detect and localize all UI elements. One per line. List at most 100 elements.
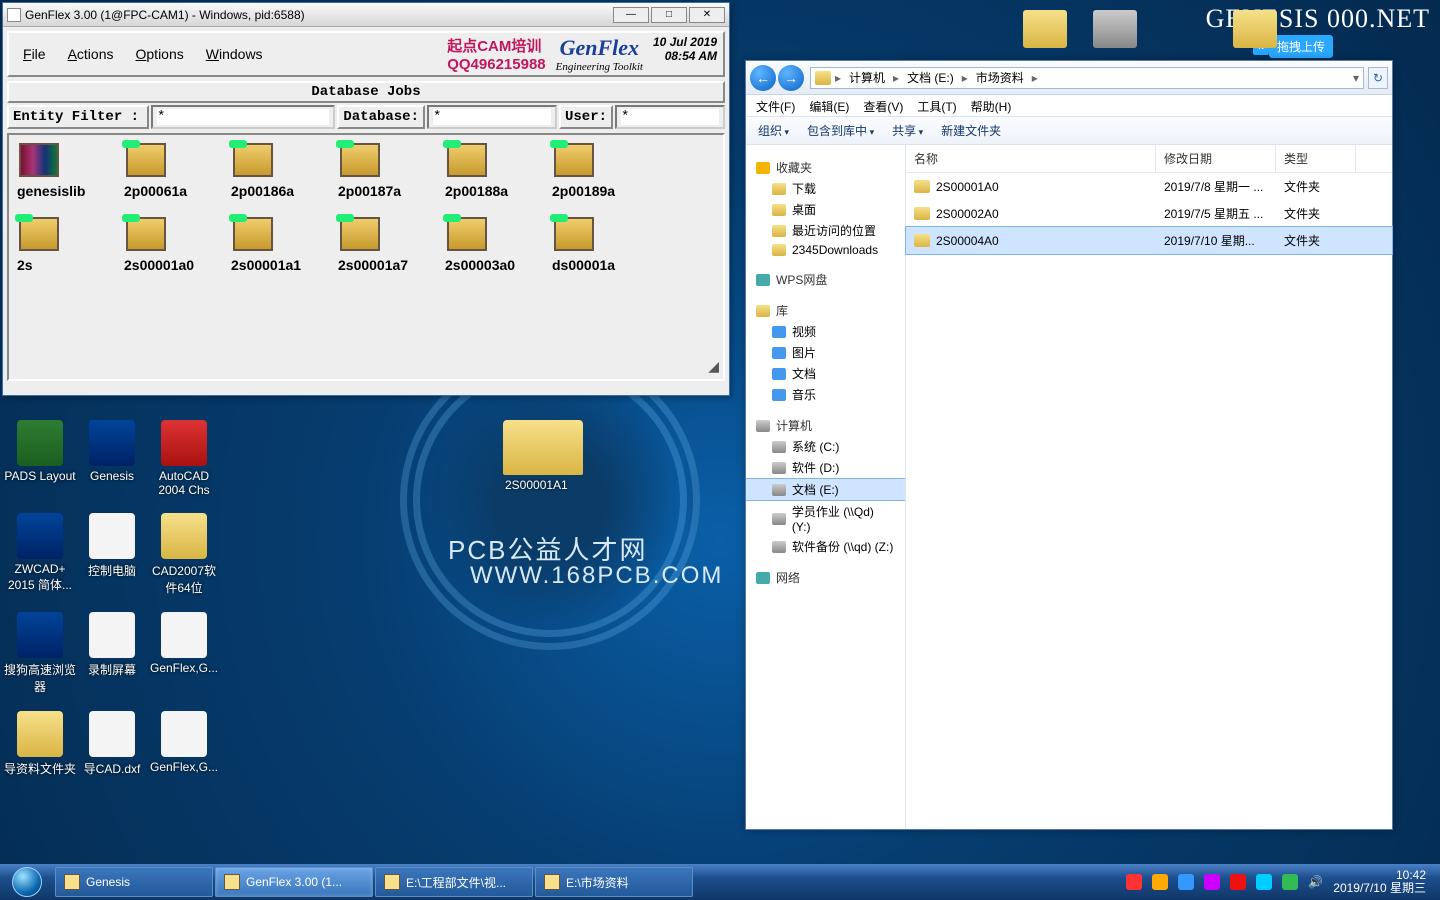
genflex-brand-panel: 起点CAM培训 QQ496215988 GenFlex Engineering …	[447, 35, 723, 73]
sidebar-item[interactable]: 软件 (D:)	[746, 457, 905, 478]
taskbar-clock[interactable]: 10:42 2019/7/10 星期三	[1333, 869, 1432, 895]
desktop-icon[interactable]: Genesis	[76, 420, 148, 483]
database-input[interactable]	[433, 109, 551, 125]
back-button[interactable]: ←	[750, 65, 776, 91]
sidebar-favorites-header[interactable]: 收藏夹	[746, 157, 905, 178]
app-icon	[161, 513, 207, 559]
resize-grip-icon[interactable]: ◢	[708, 358, 719, 375]
explorer-menu-item[interactable]: 文件(F)	[756, 98, 795, 113]
crumb-folder[interactable]: 市场资料	[972, 69, 1028, 86]
desktop-icon[interactable]: GenFlex,G...	[148, 711, 220, 774]
explorer-menu-item[interactable]: 编辑(E)	[809, 98, 849, 113]
entity-filter-input[interactable]	[157, 109, 329, 125]
tray-icon-5[interactable]	[1230, 874, 1246, 890]
genflex-titlebar[interactable]: GenFlex 3.00 (1@FPC-CAM1) - Windows, pid…	[3, 3, 729, 27]
genflex-title-text: GenFlex 3.00 (1@FPC-CAM1) - Windows, pid…	[25, 8, 305, 22]
taskbar-button[interactable]: E:\工程部文件\视...	[375, 867, 533, 897]
desktop-icon[interactable]: 导资料文件夹	[4, 711, 76, 777]
list-header[interactable]: 名称 修改日期 类型	[906, 145, 1392, 173]
tray-volume-icon[interactable]: 🔊	[1308, 875, 1323, 889]
folder-icon	[914, 207, 930, 220]
desktop-icon[interactable]: ZWCAD+ 2015 简体...	[4, 513, 76, 593]
address-bar[interactable]: ▸ 计算机▸ 文档 (E:)▸ 市场资料▸ ▾	[810, 67, 1364, 89]
explorer-tool-item[interactable]: 包含到库中	[807, 122, 874, 139]
refresh-button[interactable]: ↻	[1368, 67, 1388, 89]
sidebar-item[interactable]: 桌面	[746, 199, 905, 220]
explorer-menu-item[interactable]: 工具(T)	[917, 98, 956, 113]
explorer-tool-item[interactable]: 组织	[758, 122, 789, 139]
job-2s00001a1[interactable]: 2s00001a1	[231, 217, 338, 273]
sidebar-computer-header[interactable]: 计算机	[746, 415, 905, 436]
sidebar-item[interactable]: 最近访问的位置	[746, 220, 905, 241]
app-icon	[89, 420, 135, 466]
desktop-icon[interactable]: AutoCAD 2004 Chs	[148, 420, 220, 497]
sidebar-item[interactable]: 文档	[746, 363, 905, 384]
tray-icon-4[interactable]	[1204, 874, 1220, 890]
desktop-icon[interactable]: 搜狗高速浏览器	[4, 612, 76, 695]
sidebar-item[interactable]: 2345Downloads	[746, 241, 905, 259]
explorer-tool-item[interactable]: 新建文件夹	[941, 122, 1001, 139]
job-2s00001a7[interactable]: 2s00001a7	[338, 217, 445, 273]
file-row[interactable]: 2S00004A02019/7/10 星期...文件夹	[906, 227, 1392, 254]
sidebar-item[interactable]: 图片	[746, 342, 905, 363]
tray-icon-3[interactable]	[1178, 874, 1194, 890]
menu-file[interactable]: File	[23, 46, 46, 62]
job-2p00186a[interactable]: 2p00186a	[231, 143, 338, 199]
desktop-icon[interactable]: 控制电脑	[76, 513, 148, 579]
genflex-window: GenFlex 3.00 (1@FPC-CAM1) - Windows, pid…	[2, 2, 730, 396]
job-genesislib[interactable]: genesislib	[17, 143, 124, 199]
desktop-icon[interactable]: CAD2007软件64位	[148, 513, 220, 596]
explorer-menu-item[interactable]: 查看(V)	[863, 98, 903, 113]
desktop-icon[interactable]: PADS Layout	[4, 420, 76, 483]
addr-dropdown-icon[interactable]: ▾	[1353, 71, 1359, 85]
job-ds00001a[interactable]: ds00001a	[552, 217, 659, 273]
tray-icon-2[interactable]	[1152, 874, 1168, 890]
desktop-icon[interactable]: 录制屏幕	[76, 612, 148, 678]
sidebar-item[interactable]: 下载	[746, 178, 905, 199]
desktop-folder-top-2[interactable]	[1200, 10, 1310, 48]
explorer-window: ← → ▸ 计算机▸ 文档 (E:)▸ 市场资料▸ ▾ ↻ 文件(F) 编辑(E)…	[745, 60, 1393, 830]
explorer-menubar: 文件(F) 编辑(E) 查看(V) 工具(T) 帮助(H)	[746, 95, 1392, 117]
start-button[interactable]	[0, 864, 54, 900]
file-row[interactable]: 2S00001A02019/7/8 星期一 ...文件夹	[906, 173, 1392, 200]
job-2s00001a0[interactable]: 2s00001a0	[124, 217, 231, 273]
file-row[interactable]: 2S00002A02019/7/5 星期五 ...文件夹	[906, 200, 1392, 227]
sidebar-wps[interactable]: WPS网盘	[746, 269, 905, 290]
sidebar-network[interactable]: 网络	[746, 567, 905, 588]
job-2p00188a[interactable]: 2p00188a	[445, 143, 552, 199]
tray-icon-7[interactable]	[1282, 874, 1298, 890]
forward-button[interactable]: →	[778, 65, 804, 91]
sidebar-item[interactable]: 视频	[746, 321, 905, 342]
minimize-button[interactable]: —	[613, 7, 649, 23]
tray-icon-6[interactable]	[1256, 874, 1272, 890]
job-2p00187a[interactable]: 2p00187a	[338, 143, 445, 199]
explorer-tool-item[interactable]: 共享	[892, 122, 923, 139]
crumb-drive[interactable]: 文档 (E:)	[903, 69, 958, 86]
sidebar-item[interactable]: 软件备份 (\\qd) (Z:)	[746, 536, 905, 557]
sidebar-item[interactable]: 学员作业 (\\Qd) (Y:)	[746, 501, 905, 536]
menu-options[interactable]: Options	[136, 46, 184, 62]
desktop-disk-top[interactable]	[1060, 10, 1170, 48]
close-button[interactable]: ✕	[689, 7, 725, 23]
sidebar-item[interactable]: 音乐	[746, 384, 905, 405]
sidebar-item[interactable]: 系统 (C:)	[746, 436, 905, 457]
sidebar-library-header[interactable]: 库	[746, 300, 905, 321]
job-2s00003a0[interactable]: 2s00003a0	[445, 217, 552, 273]
brand-genflex: GenFlex	[556, 35, 643, 61]
menu-actions[interactable]: Actions	[68, 46, 114, 62]
crumb-computer[interactable]: 计算机	[845, 69, 889, 86]
maximize-button[interactable]: □	[651, 7, 687, 23]
taskbar-button[interactable]: Genesis	[55, 867, 213, 897]
tray-icon-1[interactable]	[1126, 874, 1142, 890]
sidebar-item[interactable]: 文档 (E:)	[746, 478, 905, 501]
job-2p00061a[interactable]: 2p00061a	[124, 143, 231, 199]
desktop-icon[interactable]: GenFlex,G...	[148, 612, 220, 675]
taskbar-button[interactable]: GenFlex 3.00 (1...	[215, 867, 373, 897]
job-2s[interactable]: 2s	[17, 217, 124, 273]
taskbar-button[interactable]: E:\市场资料	[535, 867, 693, 897]
user-input[interactable]	[621, 109, 719, 125]
desktop-icon[interactable]: 导CAD.dxf	[76, 711, 148, 777]
menu-windows[interactable]: Windows	[206, 46, 263, 62]
explorer-menu-item[interactable]: 帮助(H)	[971, 98, 1012, 113]
job-2p00189a[interactable]: 2p00189a	[552, 143, 659, 199]
